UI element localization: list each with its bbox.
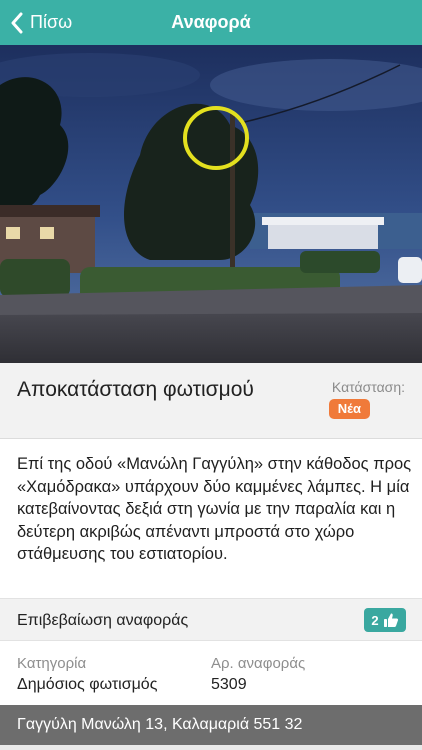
status-badge: Νέα	[328, 399, 370, 419]
confirm-report-button[interactable]: 2	[364, 608, 406, 632]
report-number-value: 5309	[211, 676, 247, 693]
report-info: Κατηγορία Δημόσιος φωτισμός Αρ. αναφοράς…	[0, 641, 422, 705]
thumbs-up-icon	[383, 612, 399, 628]
category-label: Κατηγορία	[17, 655, 87, 672]
confirm-report-row: Επιβεβαίωση αναφοράς 2	[0, 598, 422, 641]
category-value: Δημόσιος φωτισμός	[17, 676, 158, 693]
report-header: Αποκατάσταση φωτισμού Κατάσταση: Νέα	[0, 363, 422, 439]
category-block: Κατηγορία Δημόσιος φωτισμός	[17, 654, 157, 696]
back-label: Πίσω	[30, 12, 73, 32]
report-number-block: Αρ. αναφοράς 5309	[211, 654, 305, 696]
report-description: Επί της οδού «Μανώλη Γαγγύλη» στην κάθοδ…	[17, 455, 412, 563]
confirm-count: 2	[371, 612, 379, 628]
navigation-bar: Πίσω Αναφορά	[0, 0, 422, 45]
bottom-strip	[0, 745, 422, 750]
address-bar[interactable]: Γαγγύλη Μανώλη 13, Καλαμαριά 551 32	[0, 705, 422, 745]
back-button[interactable]: Πίσω	[6, 0, 72, 45]
report-photo[interactable]	[0, 45, 422, 363]
report-title: Αποκατάσταση φωτισμού	[17, 378, 254, 401]
status-label: Κατάσταση:	[331, 379, 405, 395]
chevron-left-icon	[6, 11, 28, 35]
confirm-report-label: Επιβεβαίωση αναφοράς	[17, 611, 189, 629]
report-number-label: Αρ. αναφοράς	[211, 655, 306, 672]
